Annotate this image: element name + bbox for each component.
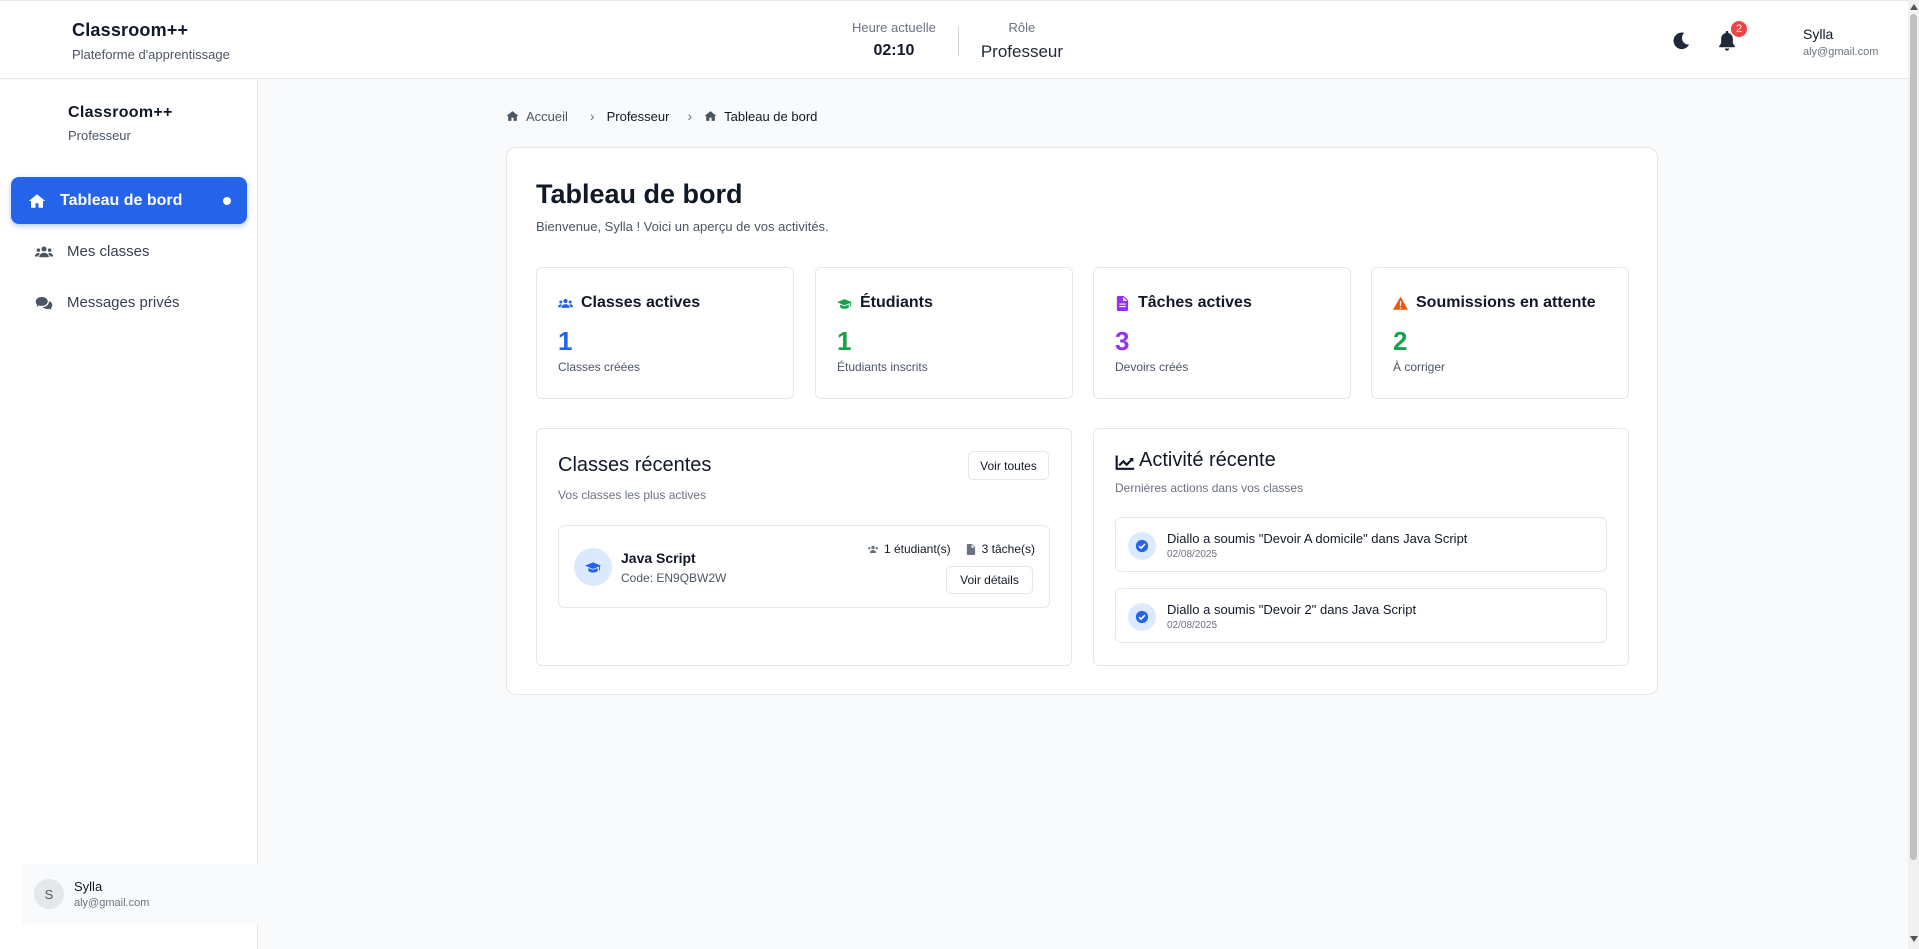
time-value: 02:10 bbox=[873, 42, 915, 59]
activity-text: Diallo a soumis "Devoir A domicile" dans… bbox=[1167, 531, 1468, 546]
activity-date: 02/08/2025 bbox=[1167, 549, 1218, 560]
stat-caption: À corriger bbox=[1393, 360, 1446, 374]
class-code: Code: EN9QBW2W bbox=[621, 571, 727, 585]
view-all-classes-button[interactable]: Voir toutes bbox=[968, 451, 1049, 480]
sidebar-user[interactable]: S Sylla aly@gmail.com bbox=[22, 864, 262, 924]
graduation-cap-icon bbox=[837, 298, 852, 309]
users-icon bbox=[558, 298, 573, 308]
sidebar-item-label: Messages privés bbox=[67, 294, 180, 311]
check-circle-icon bbox=[1128, 532, 1156, 560]
recent-activity-panel: Activité récente Dernières actions dans … bbox=[1093, 428, 1629, 666]
brand-title: Classroom++ bbox=[72, 20, 189, 40]
sidebar-item-dashboard[interactable]: Tableau de bord bbox=[11, 177, 247, 224]
sidebar-item-classes[interactable]: Mes classes bbox=[11, 228, 247, 275]
stat-value: 1 bbox=[558, 326, 573, 356]
sidebar: Classroom++ Professeur Tableau de bord M… bbox=[0, 80, 262, 949]
view-details-button[interactable]: Voir détails bbox=[946, 566, 1033, 594]
activity-date: 02/08/2025 bbox=[1167, 620, 1218, 631]
active-indicator bbox=[223, 197, 231, 205]
class-name: Java Script bbox=[621, 550, 696, 566]
stat-card-pending: Soumissions en attente 2 À corriger bbox=[1371, 267, 1629, 399]
stat-caption: Classes créées bbox=[558, 360, 641, 374]
stat-title: Tâches actives bbox=[1138, 294, 1252, 311]
stat-value: 1 bbox=[837, 326, 852, 356]
sidebar-user-name: Sylla bbox=[74, 879, 103, 894]
scroll-up-arrow-icon[interactable] bbox=[1910, 4, 1918, 10]
notification-badge: 2 bbox=[1731, 21, 1747, 37]
sidebar-user-email: aly@gmail.com bbox=[74, 897, 150, 909]
warning-icon bbox=[1393, 296, 1408, 310]
stat-title: Soumissions en attente bbox=[1416, 294, 1596, 311]
file-icon bbox=[966, 543, 975, 555]
time-label: Heure actuelle bbox=[852, 20, 936, 35]
scroll-thumb[interactable] bbox=[1910, 14, 1917, 860]
class-list-item[interactable]: Java Script Code: EN9QBW2W 1 étudiant(s)… bbox=[558, 525, 1050, 608]
avatar: S bbox=[34, 879, 64, 909]
recent-classes-subtitle: Vos classes les plus actives bbox=[558, 488, 707, 502]
stat-caption: Devoirs créés bbox=[1115, 360, 1189, 374]
class-meta: 1 étudiant(s) 3 tâche(s) bbox=[853, 542, 1035, 556]
users-icon bbox=[867, 545, 878, 553]
chevron-right-icon: › bbox=[589, 108, 595, 124]
role-label: Rôle bbox=[1008, 20, 1036, 35]
line-chart-icon bbox=[1115, 455, 1135, 470]
activity-text: Diallo a soumis "Devoir 2" dans Java Scr… bbox=[1167, 602, 1417, 617]
breadcrumb: Accueil › Professeur › Tableau de bord bbox=[506, 108, 817, 124]
current-role: Rôle Professeur bbox=[959, 20, 1085, 62]
stat-card-students: Étudiants 1 Étudiants inscrits bbox=[815, 267, 1073, 399]
stat-title: Étudiants bbox=[860, 294, 933, 311]
page-subtitle: Bienvenue, Sylla ! Voici un aperçu de vo… bbox=[536, 219, 829, 234]
header-user-name: Sylla bbox=[1803, 26, 1834, 42]
stat-title: Classes actives bbox=[581, 294, 701, 311]
current-time: Heure actuelle 02:10 bbox=[830, 20, 958, 62]
sidebar-item-label: Mes classes bbox=[67, 243, 150, 260]
comments-icon bbox=[35, 296, 53, 310]
recent-classes-title: Classes récentes bbox=[558, 454, 712, 476]
file-icon bbox=[1116, 295, 1129, 311]
moon-icon[interactable] bbox=[1670, 30, 1692, 52]
header-user[interactable]: Sylla aly@gmail.com bbox=[1803, 26, 1878, 58]
stat-card-tasks: Tâches actives 3 Devoirs créés bbox=[1093, 267, 1351, 399]
home-icon bbox=[704, 111, 717, 121]
activity-item[interactable]: Diallo a soumis "Devoir A domicile" dans… bbox=[1115, 517, 1607, 572]
page-title: Tableau de bord bbox=[536, 179, 743, 209]
recent-activity-subtitle: Dernières actions dans vos classes bbox=[1115, 481, 1304, 495]
stat-caption: Étudiants inscrits bbox=[837, 360, 928, 374]
scroll-down-arrow-icon[interactable] bbox=[1910, 936, 1918, 942]
breadcrumb-professeur[interactable]: Professeur bbox=[607, 109, 670, 124]
recent-activity-title: Activité récente bbox=[1139, 449, 1276, 471]
sidebar-brand: Classroom++ Professeur bbox=[68, 104, 173, 143]
sidebar-item-label: Tableau de bord bbox=[60, 191, 183, 209]
header-user-email: aly@gmail.com bbox=[1803, 46, 1879, 58]
header-info: Heure actuelle 02:10 Rôle Professeur bbox=[830, 20, 1085, 62]
users-icon bbox=[35, 245, 53, 257]
chevron-right-icon: › bbox=[687, 108, 693, 124]
top-bar: Classroom++ Plateforme d'apprentissage H… bbox=[0, 0, 1908, 79]
breadcrumb-current: Tableau de bord bbox=[724, 108, 818, 124]
breadcrumb-home[interactable]: Accueil bbox=[526, 109, 568, 124]
activity-item[interactable]: Diallo a soumis "Devoir 2" dans Java Scr… bbox=[1115, 588, 1607, 643]
class-avatar bbox=[574, 548, 612, 586]
stat-value: 3 bbox=[1115, 326, 1130, 356]
home-icon bbox=[506, 111, 519, 121]
sidebar-brand-role: Professeur bbox=[68, 128, 131, 143]
class-student-count: 1 étudiant(s) bbox=[883, 542, 951, 556]
sidebar-brand-title: Classroom++ bbox=[68, 104, 173, 121]
graduation-cap-icon bbox=[585, 562, 601, 573]
class-task-count: 3 tâche(s) bbox=[981, 542, 1035, 556]
recent-classes-panel: Classes récentes Vos classes les plus ac… bbox=[536, 428, 1072, 666]
dashboard-card: Tableau de bord Bienvenue, Sylla ! Voici… bbox=[506, 147, 1658, 695]
home-icon bbox=[28, 193, 46, 208]
check-circle-icon bbox=[1128, 603, 1156, 631]
stat-card-classes: Classes actives 1 Classes créées bbox=[536, 267, 794, 399]
brand-subtitle: Plateforme d'apprentissage bbox=[72, 47, 230, 62]
role-value: Professeur bbox=[980, 42, 1064, 61]
header-brand: Classroom++ Plateforme d'apprentissage bbox=[72, 20, 230, 62]
sidebar-item-messages[interactable]: Messages privés bbox=[11, 279, 247, 326]
stat-value: 2 bbox=[1393, 326, 1408, 356]
